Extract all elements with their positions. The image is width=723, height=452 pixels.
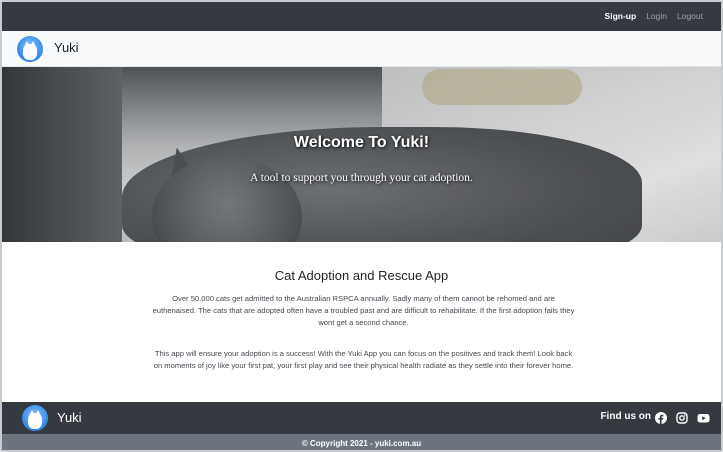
app-paragraph: This app will ensure your adoption is a … (153, 349, 574, 371)
main-content: Cat Adoption and Rescue App Over 50.000 … (2, 242, 721, 402)
hero-title: Welcome To Yuki! (293, 134, 430, 151)
signup-link[interactable]: Sign-up (605, 11, 637, 21)
hero-banner: Welcome To Yuki! A tool to support you t… (2, 67, 721, 242)
login-link[interactable]: Login (646, 11, 667, 21)
top-nav-links: Sign-up Login Logout (605, 11, 703, 21)
youtube-icon[interactable] (697, 411, 710, 423)
find-us-label: Find us on (600, 411, 651, 422)
section-heading: Cat Adoption and Rescue App (274, 268, 449, 283)
facebook-icon[interactable] (655, 411, 667, 424)
page-frame: Sign-up Login Logout Yuki Welcome To Yuk… (0, 0, 723, 452)
instagram-icon[interactable] (676, 411, 688, 424)
intro-paragraph: Over 50.000 cats get admitted to the Aus… (152, 294, 575, 328)
brand-navbar: Yuki (2, 31, 721, 67)
hero-subtitle: A tool to support you through your cat a… (250, 172, 473, 184)
copyright-bar: © Copyright 2021 - yuki.com.au (2, 434, 721, 450)
footer-cat-avatar-icon[interactable] (22, 405, 48, 431)
hero-overlay (2, 67, 721, 242)
footer-brand-title[interactable]: Yuki (57, 410, 82, 425)
social-links (655, 411, 710, 424)
logout-link[interactable]: Logout (677, 11, 703, 21)
top-navbar: Sign-up Login Logout (2, 2, 721, 31)
footer-bar: Yuki Find us on (2, 402, 721, 434)
brand-title[interactable]: Yuki (54, 40, 79, 55)
cat-avatar-icon[interactable] (17, 36, 43, 62)
